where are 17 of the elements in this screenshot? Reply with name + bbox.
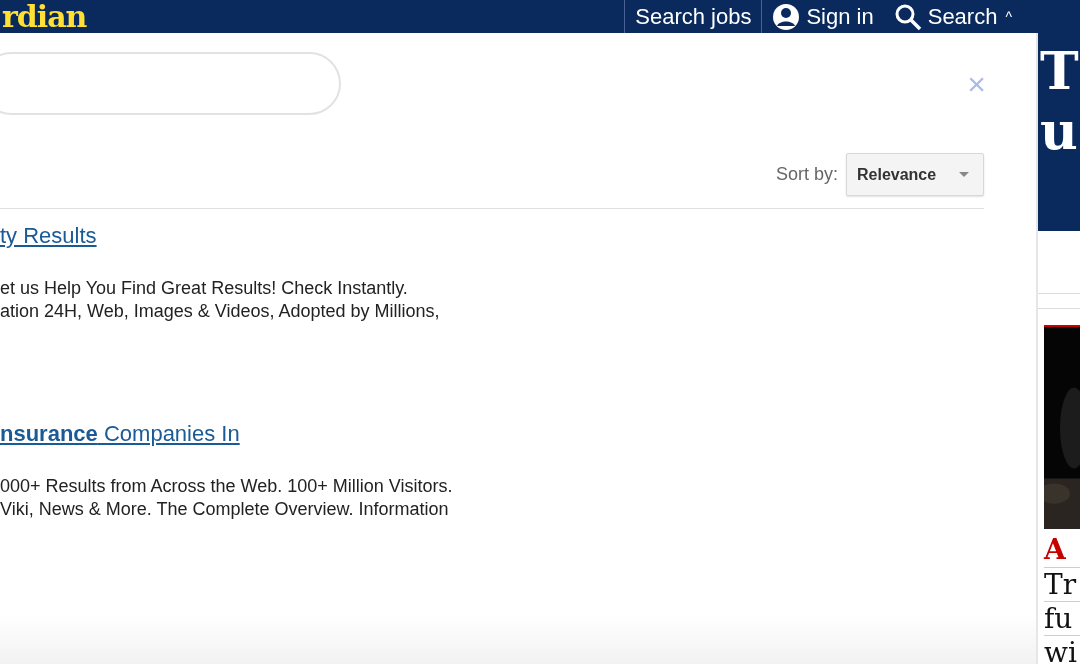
- result-description: et us Help You Find Great Results! Check Instantly. ation 24H, Web, Images & Videos, Adopted by Millions,: [0, 277, 441, 323]
- masthead-letter: T: [1040, 41, 1080, 101]
- result-description: 000+ Results from Across the Web. 100+ Million Visitors. Viki, News & More. The Complete Overview. Information: [0, 475, 454, 521]
- search-link[interactable]: Search ^: [883, 0, 1022, 33]
- sort-dropdown[interactable]: Relevance: [846, 153, 984, 196]
- result-title-link[interactable]: ty Results: [0, 223, 97, 249]
- masthead-letter: u: [1040, 101, 1079, 161]
- logo: rdian: [2, 1, 87, 32]
- sort-label: Sort by:: [775, 164, 838, 185]
- headline-text: fu: [1044, 601, 1080, 635]
- headline-text: Tr: [1044, 567, 1080, 601]
- caret-icon: [959, 172, 969, 177]
- search-icon: [893, 2, 922, 31]
- headline-kicker: A: [1044, 533, 1067, 567]
- search-field[interactable]: [0, 52, 341, 115]
- headline-text: wi: [1044, 635, 1080, 664]
- result-title-link[interactable]: nsurance Companies In: [0, 421, 240, 447]
